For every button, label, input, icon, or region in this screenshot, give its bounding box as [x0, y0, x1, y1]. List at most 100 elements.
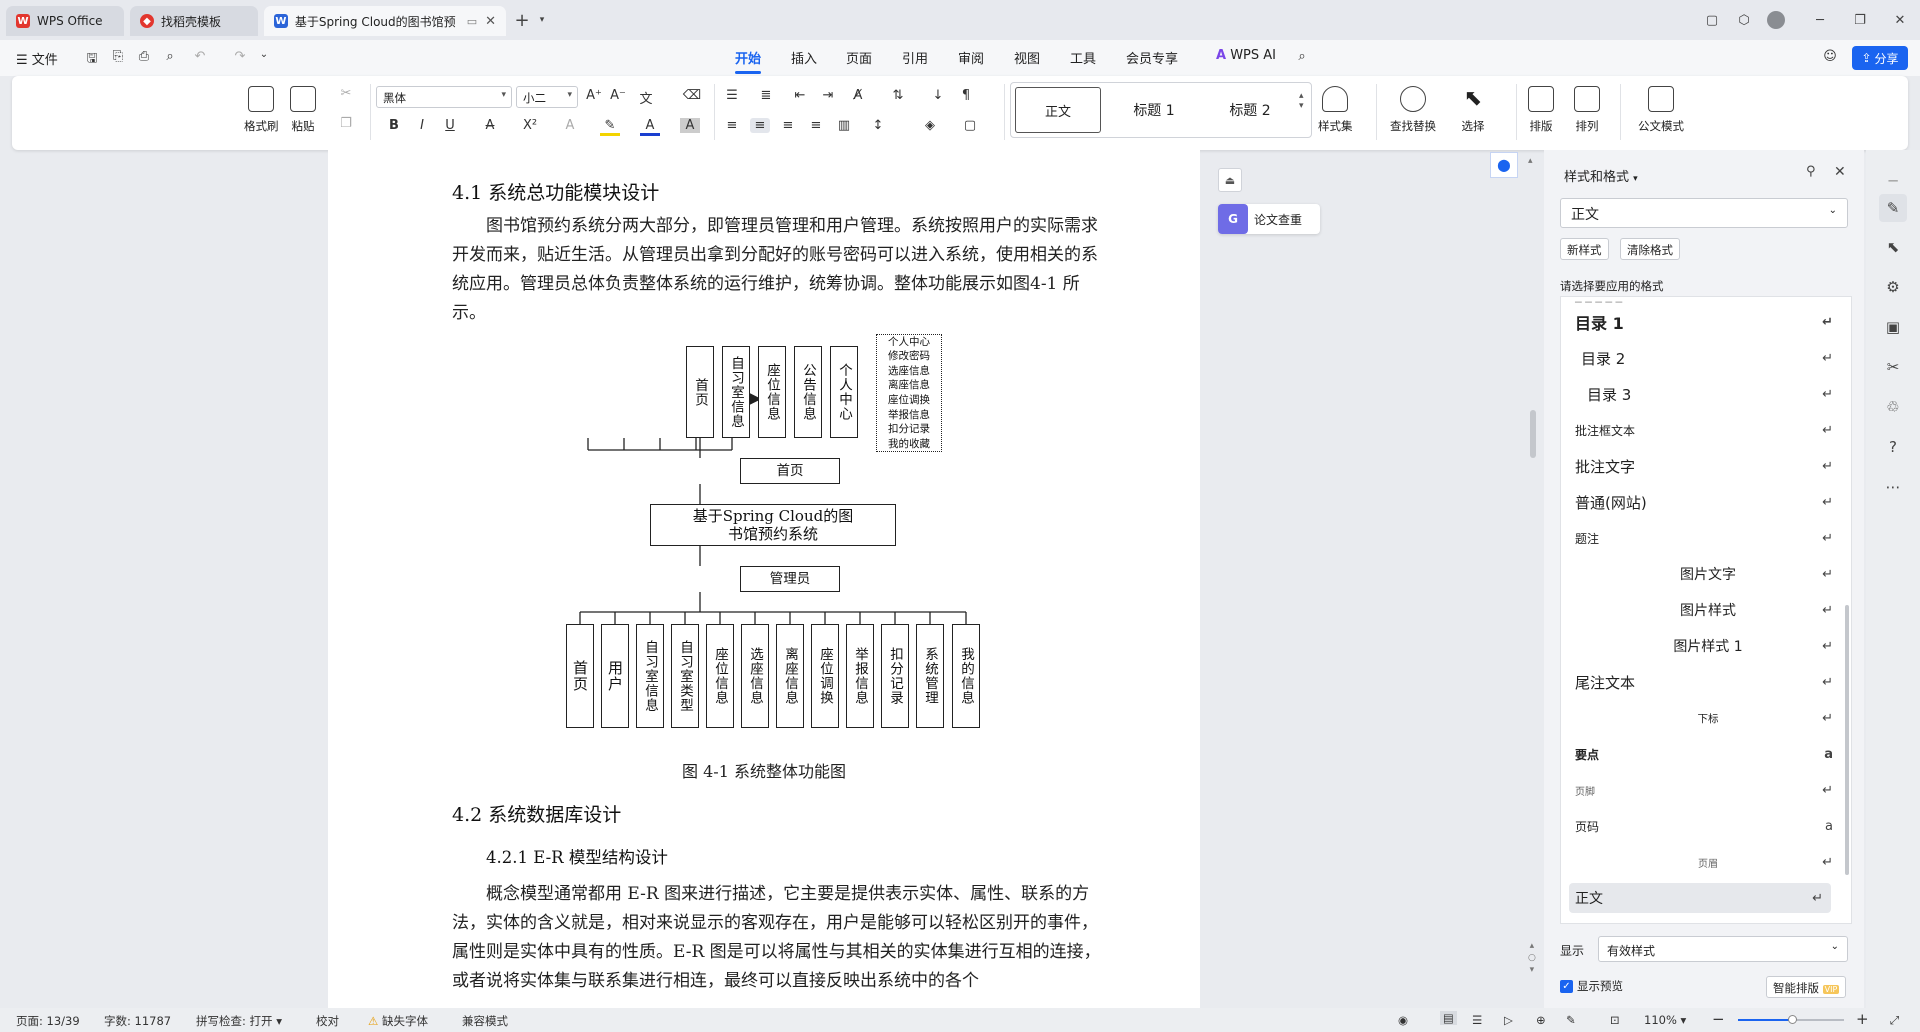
- collapse-icon[interactable]: ─: [1882, 170, 1904, 192]
- tab-document[interactable]: W 基于Spring Cloud的图书馆预 ▭ ✕: [264, 6, 506, 36]
- show-marks-icon[interactable]: ¶: [956, 88, 976, 103]
- fullscreen-icon[interactable]: ⤢: [1890, 1013, 1899, 1028]
- collapse-tools-icon[interactable]: ⏏: [1218, 168, 1242, 192]
- show-filter-select[interactable]: 有效样式 ⌄: [1598, 936, 1848, 962]
- select-button[interactable]: ⬉ 选择: [1460, 86, 1486, 134]
- tab-review[interactable]: 审阅: [958, 48, 984, 67]
- shading-icon[interactable]: ◈: [920, 118, 940, 133]
- panel-title[interactable]: 样式和格式 ▾: [1564, 166, 1638, 185]
- tab-membership[interactable]: 会员专享: [1126, 48, 1178, 67]
- highlight-icon[interactable]: ✎: [600, 118, 620, 136]
- style-item-header[interactable]: 页眉 ↵: [1575, 847, 1841, 877]
- tab-references[interactable]: 引用: [902, 48, 928, 67]
- file-menu[interactable]: ☰ 文件: [16, 49, 58, 68]
- fit-page-icon[interactable]: ⊡: [1610, 1013, 1620, 1027]
- style-normal[interactable]: 正文: [1015, 87, 1101, 133]
- help-icon[interactable]: ?: [1882, 436, 1904, 458]
- tab-templates[interactable]: ◆ 找稻壳模板: [130, 6, 258, 36]
- style-item-figure-style[interactable]: 图片样式 ↵: [1575, 595, 1841, 625]
- page-indicator[interactable]: 页面: 13/39: [16, 1013, 80, 1029]
- style-item-caption[interactable]: 题注 ↵: [1575, 523, 1841, 553]
- italic-icon[interactable]: I: [412, 118, 432, 133]
- format-painter-button[interactable]: 格式刷: [244, 86, 279, 134]
- font-name-select[interactable]: 黑体 ▾: [376, 86, 512, 108]
- style-item-page-number[interactable]: 页码 a: [1575, 811, 1841, 841]
- style-item-normal-web[interactable]: 普通(网站) ↵: [1575, 487, 1841, 517]
- decrease-indent-icon[interactable]: ⇤: [790, 88, 810, 103]
- smart-layout-button[interactable]: 智能排版 VIP: [1766, 976, 1847, 998]
- select-arrow-icon[interactable]: ⬉: [1882, 236, 1904, 258]
- save-icon[interactable]: 🖫: [82, 49, 102, 71]
- chat-icon[interactable]: ☺: [1820, 49, 1840, 64]
- layout-button[interactable]: 排版: [1528, 86, 1554, 134]
- clear-format-button[interactable]: 清除格式: [1620, 238, 1680, 260]
- strikethrough-icon[interactable]: A: [480, 118, 500, 133]
- style-list-scrollbar[interactable]: [1845, 297, 1849, 923]
- print-preview-icon[interactable]: ⌕: [160, 49, 180, 64]
- tab-page[interactable]: 页面: [846, 48, 872, 67]
- eye-icon[interactable]: ◉: [1398, 1013, 1408, 1027]
- tab-wps-office[interactable]: W WPS Office: [6, 6, 124, 36]
- play-icon[interactable]: ▷: [1504, 1013, 1513, 1027]
- text-effect-icon[interactable]: A: [560, 118, 580, 133]
- style-item-toc1[interactable]: 目录 1 ↵: [1575, 307, 1841, 337]
- style-item-figure-text[interactable]: 图片文字 ↵: [1575, 559, 1841, 589]
- style-item-figure-style-1[interactable]: 图片样式 1 ↵: [1575, 631, 1841, 661]
- outline-view-icon[interactable]: ☰: [1472, 1013, 1482, 1027]
- style-item-toc2[interactable]: 目录 2 ↵: [1581, 343, 1841, 373]
- sort-az-icon[interactable]: ↓: [928, 88, 948, 103]
- image-edit-icon[interactable]: ▣: [1882, 316, 1904, 338]
- bullets-icon[interactable]: ☰: [722, 88, 742, 103]
- pin-icon[interactable]: ⚲: [1806, 164, 1816, 179]
- style-item-endnote-text[interactable]: 尾注文本 ↵: [1575, 667, 1841, 697]
- close-panel-icon[interactable]: ✕: [1834, 164, 1846, 180]
- adjust-icon[interactable]: ⚙: [1882, 276, 1904, 298]
- current-style-select[interactable]: 正文 ⌄: [1560, 198, 1848, 228]
- grow-font-icon[interactable]: A⁺: [584, 88, 604, 103]
- tablet-mode-icon[interactable]: ▢: [1702, 10, 1722, 30]
- close-tab-icon[interactable]: ✕: [485, 14, 496, 29]
- phonetic-icon[interactable]: 文: [636, 88, 656, 107]
- style-list[interactable]: ─ ─ ─ ─ ─ 目录 1 ↵ 目录 2 ↵ 目录 3 ↵ 批注框文本 ↵ 批注文字 ↵…: [1560, 296, 1852, 924]
- missing-font-button[interactable]: ⚠ 缺失字体: [368, 1013, 428, 1029]
- share-button[interactable]: ⇪ 分享: [1852, 46, 1908, 70]
- cut-icon[interactable]: ✂: [336, 86, 356, 101]
- bold-icon[interactable]: B: [384, 118, 404, 133]
- spell-check-status[interactable]: 拼写检查: 打开 ▾: [196, 1013, 282, 1029]
- tools-icon[interactable]: ✂: [1882, 356, 1904, 378]
- wps-ai-button[interactable]: A WPS AI: [1216, 48, 1276, 63]
- gallery-more-icon[interactable]: ▴ ▾: [1299, 91, 1304, 111]
- zoom-level[interactable]: 110% ▾: [1644, 1013, 1686, 1027]
- style-heading-2[interactable]: 标题 2: [1203, 87, 1297, 133]
- tab-list-chevron-icon[interactable]: ▾: [532, 10, 552, 30]
- text-direction-icon[interactable]: A̸: [848, 88, 868, 103]
- style-item-subscript[interactable]: 下标 ↵: [1575, 703, 1841, 733]
- style-item-footer[interactable]: 页脚 ↵: [1575, 775, 1841, 805]
- pen-view-icon[interactable]: ✎: [1566, 1013, 1576, 1027]
- justify-icon[interactable]: ≡: [806, 118, 826, 133]
- cube-icon[interactable]: ⬡: [1734, 10, 1754, 30]
- proofread-button[interactable]: 校对: [316, 1013, 339, 1029]
- align-right-icon[interactable]: ≡: [778, 118, 798, 133]
- undo-icon[interactable]: ↶: [190, 49, 210, 64]
- quick-access-chevron-icon[interactable]: ⌄: [254, 49, 274, 60]
- font-color-icon[interactable]: A: [640, 118, 660, 136]
- style-pen-icon[interactable]: ✎: [1879, 194, 1907, 222]
- official-mode-button[interactable]: 公文模式: [1638, 86, 1684, 134]
- restore-icon[interactable]: ❐: [1850, 10, 1870, 30]
- sort-icon[interactable]: ⇅: [888, 88, 908, 103]
- underline-icon[interactable]: U: [440, 118, 460, 133]
- new-style-button[interactable]: 新样式: [1560, 238, 1609, 260]
- page-view-icon[interactable]: ▤: [1440, 1011, 1457, 1025]
- char-shading-icon[interactable]: A: [680, 118, 700, 133]
- document-scrollbar[interactable]: [1530, 410, 1536, 458]
- tab-home[interactable]: 开始: [735, 48, 762, 74]
- location-pin-icon[interactable]: ⬤: [1490, 152, 1518, 178]
- minimize-icon[interactable]: ─: [1810, 10, 1830, 30]
- export-pdf-icon[interactable]: ⎘: [108, 49, 128, 64]
- scroll-up-icon[interactable]: ▴: [1528, 156, 1533, 166]
- redo-icon[interactable]: ↷: [230, 49, 250, 64]
- clear-format-icon[interactable]: ⌫: [682, 88, 702, 103]
- web-view-icon[interactable]: ⊕: [1536, 1013, 1546, 1027]
- style-heading-1[interactable]: 标题 1: [1107, 87, 1201, 133]
